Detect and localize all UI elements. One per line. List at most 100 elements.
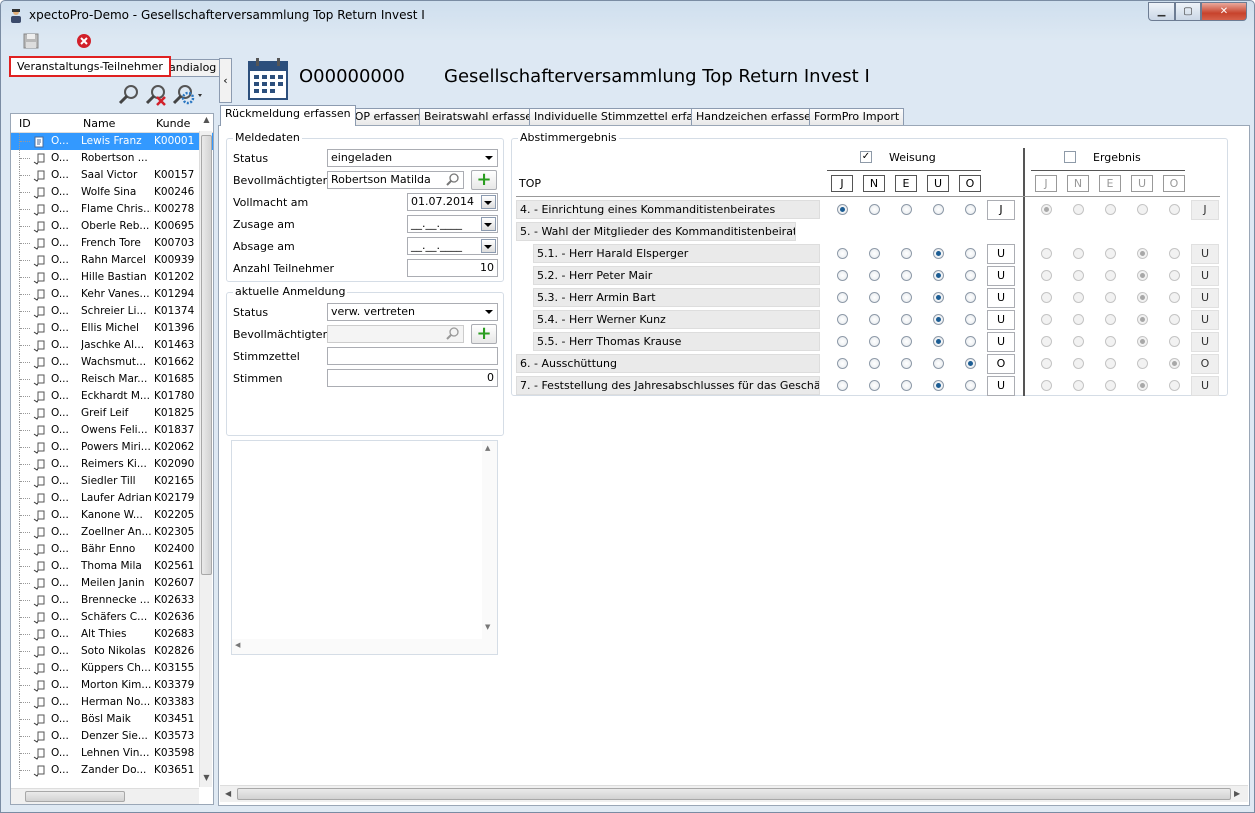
list-item[interactable]: O... Thoma Mila K02561: [11, 558, 213, 575]
ergebnis-radio-j[interactable]: [1041, 204, 1052, 215]
ergebnis-radio-o[interactable]: [1169, 204, 1180, 215]
scroll-down-arrow[interactable]: ▼: [485, 623, 490, 631]
weisung-radio-e[interactable]: [901, 292, 912, 303]
ergebnis-radio-o[interactable]: [1169, 292, 1180, 303]
weisung-column-button-j[interactable]: J: [831, 175, 853, 192]
weisung-radio-u[interactable]: [933, 204, 944, 215]
add-anmeldung-bevollmaechtigter-button[interactable]: +: [471, 324, 497, 344]
hscroll-thumb[interactable]: [25, 791, 125, 802]
weisung-radio-o[interactable]: [965, 358, 976, 369]
tab-formpro-import[interactable]: FormPro Import: [809, 108, 905, 126]
ergebnis-column-button-u[interactable]: U: [1131, 175, 1153, 192]
main-horizontal-scrollbar[interactable]: ◀ ▶: [220, 785, 1248, 802]
weisung-radio-u[interactable]: [933, 314, 944, 325]
list-item[interactable]: O... Lewis Franz K00001: [11, 133, 213, 150]
weisung-radio-o[interactable]: [965, 336, 976, 347]
notes-vertical-scrollbar[interactable]: ▲ ▼: [482, 441, 497, 654]
ergebnis-radio-u[interactable]: [1137, 358, 1148, 369]
weisung-radio-e[interactable]: [901, 358, 912, 369]
ergebnis-value-field[interactable]: O: [1191, 354, 1219, 374]
weisung-column-button-u[interactable]: U: [927, 175, 949, 192]
stimmen-field[interactable]: 0: [327, 369, 498, 387]
ergebnis-radio-o[interactable]: [1169, 358, 1180, 369]
weisung-radio-j[interactable]: [837, 292, 848, 303]
list-item[interactable]: O... Bähr Enno K02400: [11, 541, 213, 558]
list-item[interactable]: O... Saal Victor K00157: [11, 167, 213, 184]
weisung-radio-e[interactable]: [901, 336, 912, 347]
weisung-column-button-e[interactable]: E: [895, 175, 917, 192]
ergebnis-radio-u[interactable]: [1137, 248, 1148, 259]
ergebnis-radio-e[interactable]: [1105, 270, 1116, 281]
ergebnis-radio-j[interactable]: [1041, 336, 1052, 347]
weisung-radio-j[interactable]: [837, 204, 848, 215]
vollmacht-date-field[interactable]: 01.07.2014: [407, 193, 498, 211]
ergebnis-radio-j[interactable]: [1041, 270, 1052, 281]
list-vertical-scrollbar[interactable]: ▲ ▼: [199, 115, 212, 787]
ergebnis-radio-e[interactable]: [1105, 248, 1116, 259]
date-dropdown-button[interactable]: [481, 195, 496, 209]
minimize-button[interactable]: ▁: [1148, 2, 1175, 21]
weisung-radio-o[interactable]: [965, 270, 976, 281]
ergebnis-radio-j[interactable]: [1041, 358, 1052, 369]
ergebnis-value-field[interactable]: U: [1191, 332, 1219, 352]
ergebnis-radio-e[interactable]: [1105, 314, 1116, 325]
list-item[interactable]: O... Meilen Janin K02607: [11, 575, 213, 592]
collapse-left-panel-button[interactable]: ‹: [219, 58, 232, 103]
list-item[interactable]: O... Powers Miri... K02062: [11, 439, 213, 456]
weisung-radio-e[interactable]: [901, 248, 912, 259]
ergebnis-radio-e[interactable]: [1105, 358, 1116, 369]
list-item[interactable]: O... Flame Chris... K00278: [11, 201, 213, 218]
weisung-radio-j[interactable]: [837, 380, 848, 391]
weisung-radio-o[interactable]: [965, 292, 976, 303]
search-icon[interactable]: [118, 84, 140, 106]
ergebnis-radio-e[interactable]: [1105, 380, 1116, 391]
list-item[interactable]: O... Greif Leif K01825: [11, 405, 213, 422]
date-dropdown-button[interactable]: [481, 239, 496, 253]
maximize-button[interactable]: ▢: [1175, 2, 1201, 21]
list-item[interactable]: O... French Tore K00703: [11, 235, 213, 252]
save-icon[interactable]: [23, 33, 39, 49]
weisung-radio-o[interactable]: [965, 248, 976, 259]
weisung-column-button-o[interactable]: O: [959, 175, 981, 192]
list-item[interactable]: O... Ellis Michel K01396: [11, 320, 213, 337]
bevollmaechtigter-field[interactable]: Robertson Matilda: [327, 171, 464, 189]
weisung-radio-u[interactable]: [933, 270, 944, 281]
list-item[interactable]: O... Denzer Sie... K03573: [11, 728, 213, 745]
ergebnis-radio-u[interactable]: [1137, 204, 1148, 215]
ergebnis-radio-e[interactable]: [1105, 336, 1116, 347]
weisung-radio-e[interactable]: [901, 270, 912, 281]
ergebnis-radio-n[interactable]: [1073, 204, 1084, 215]
scroll-left-arrow[interactable]: ◀: [235, 641, 240, 649]
list-item[interactable]: O... Robertson ...: [11, 150, 213, 167]
ergebnis-radio-o[interactable]: [1169, 270, 1180, 281]
list-item[interactable]: O... Küppers Ch... K03155: [11, 660, 213, 677]
weisung-radio-n[interactable]: [869, 336, 880, 347]
ergebnis-radio-n[interactable]: [1073, 380, 1084, 391]
weisung-radio-u[interactable]: [933, 358, 944, 369]
weisung-radio-u[interactable]: [933, 292, 944, 303]
ergebnis-radio-o[interactable]: [1169, 248, 1180, 259]
ergebnis-value-field[interactable]: U: [1191, 244, 1219, 264]
scroll-up-arrow[interactable]: ▲: [201, 115, 212, 129]
weisung-radio-o[interactable]: [965, 314, 976, 325]
list-item[interactable]: O... Oberle Reb... K00695: [11, 218, 213, 235]
ergebnis-radio-o[interactable]: [1169, 336, 1180, 347]
ergebnis-column-button-e[interactable]: E: [1099, 175, 1121, 192]
ergebnis-value-field[interactable]: U: [1191, 266, 1219, 286]
tab-handzeichen-erfassen[interactable]: Handzeichen erfassen: [691, 108, 823, 126]
list-item[interactable]: O... Rahn Marcel K00939: [11, 252, 213, 269]
weisung-value-field[interactable]: U: [987, 244, 1015, 264]
list-item[interactable]: O... Herman No... K03383: [11, 694, 213, 711]
notes-textarea[interactable]: ▲ ▼ ◀: [231, 440, 498, 655]
list-item[interactable]: O... Schreier Li... K01374: [11, 303, 213, 320]
list-item[interactable]: O... Brennecke ... K02633: [11, 592, 213, 609]
close-button[interactable]: ✕: [1201, 2, 1247, 21]
anzahl-teilnehmer-field[interactable]: 10: [407, 259, 498, 277]
list-item[interactable]: O... Schäfers C... K02636: [11, 609, 213, 626]
tab-rueckmeldung-erfassen[interactable]: Rückmeldung erfassen: [220, 105, 356, 126]
absage-date-field[interactable]: __.__.____: [407, 237, 498, 255]
tab-beiratswahl-erfassen[interactable]: Beiratswahl erfassen: [419, 108, 545, 126]
search-icon[interactable]: [446, 173, 460, 187]
ergebnis-radio-n[interactable]: [1073, 270, 1084, 281]
list-item[interactable]: O... Laufer Adrian K02179: [11, 490, 213, 507]
